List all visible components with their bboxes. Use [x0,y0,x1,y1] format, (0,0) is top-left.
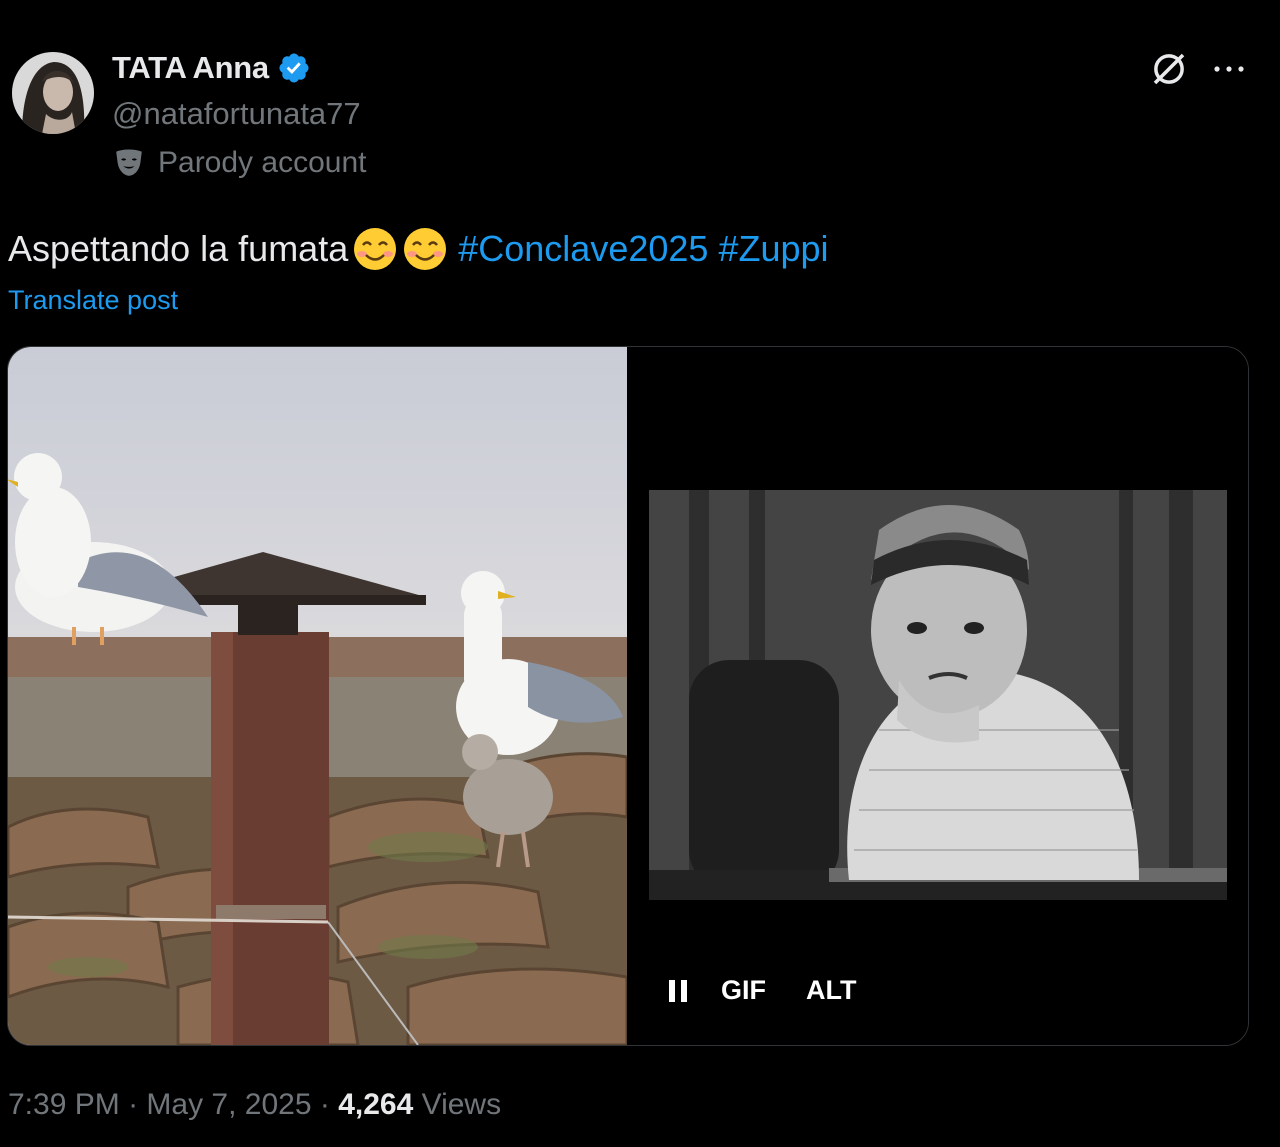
hashtag-link[interactable]: #Zuppi [718,228,828,270]
handle[interactable]: @natafortunata77 [112,96,361,132]
views-label: Views [421,1088,502,1121]
grok-icon[interactable] [1148,48,1190,90]
post-meta: 7:39 PM · May 7, 2025 · 4,264 Views [8,1088,501,1122]
post-date[interactable]: May 7, 2025 [146,1088,311,1121]
gif-thumbnail [649,490,1227,900]
theater-mask-icon [112,146,146,180]
chimney-gulls-photo[interactable] [8,347,629,1045]
more-dots-icon[interactable] [1208,48,1250,90]
smiling-face-emoji [352,226,398,272]
avatar[interactable] [12,52,94,134]
gif-controls: GIF ALT [667,975,856,1006]
views-count: 4,264 [338,1088,414,1121]
meta-separator: · [311,1088,339,1121]
hashtag-link[interactable]: #Conclave2025 [458,228,708,270]
verified-badge-icon[interactable] [277,51,311,85]
parody-label: Parody account [158,146,367,179]
gif-badge: GIF [721,975,766,1005]
alt-text-button[interactable]: ALT [806,975,856,1006]
gif-player[interactable]: GIF ALT [627,347,1248,1045]
display-name[interactable]: TATA Anna [112,50,269,86]
media-grid: GIF ALT [7,346,1249,1046]
translate-post-link[interactable]: Translate post [8,285,178,316]
post-text: Aspettando la fumata #Conclave2025 #Zupp… [8,226,829,272]
post-time[interactable]: 7:39 PM [8,1088,120,1121]
post-body: Aspettando la fumata [8,228,349,269]
pause-icon[interactable] [667,976,691,1006]
smiling-face-emoji [402,226,448,272]
meta-separator: · [119,1088,147,1121]
